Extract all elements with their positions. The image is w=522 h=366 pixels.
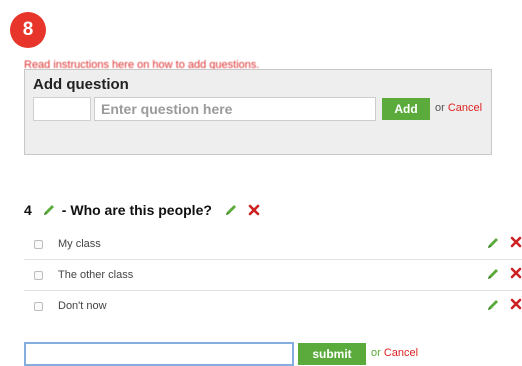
question-number-input[interactable] [33,97,91,121]
submit-cancel-link[interactable]: Cancel [384,347,418,359]
x-icon[interactable] [510,267,522,279]
answer-row: Don't now [24,292,522,322]
answer-row: My class [24,230,522,260]
submit-button[interactable]: submit [298,343,366,365]
step-number-badge: 8 [10,12,46,48]
question-text: - Who are this people? [61,202,212,218]
question-text-input[interactable]: Enter question here [94,97,376,121]
answer-label: My class [58,238,101,250]
question-header: 4 - Who are this people? [24,200,260,220]
submit-or-text: or [371,347,381,359]
pencil-icon[interactable] [486,267,500,281]
pencil-icon[interactable] [486,236,500,250]
answer-checkbox[interactable] [34,240,43,249]
add-or-text: or [435,102,445,114]
pencil-icon[interactable] [42,203,56,217]
answer-label: The other class [58,269,134,281]
add-question-title: Add question [33,76,129,93]
x-icon[interactable] [510,298,522,310]
submit-cancel-group: or Cancel [371,347,418,359]
x-icon[interactable] [510,236,522,248]
answer-checkbox[interactable] [34,271,43,280]
question-number: 4 [24,202,32,218]
answer-checkbox[interactable] [34,302,43,311]
new-answer-input[interactable] [24,342,294,366]
pencil-icon[interactable] [224,203,238,217]
add-button[interactable]: Add [382,98,430,120]
answer-label: Don't now [58,300,107,312]
pencil-icon[interactable] [486,298,500,312]
add-cancel-link[interactable]: Cancel [448,102,482,114]
add-cancel-group: or Cancel [435,102,482,114]
instructions-link[interactable]: Read instructions here on how to add que… [24,56,494,70]
question-input-placeholder: Enter question here [101,101,233,117]
add-question-panel: Add question Enter question here Add or … [24,69,492,155]
x-icon[interactable] [248,204,260,216]
answer-row: The other class [24,261,522,291]
